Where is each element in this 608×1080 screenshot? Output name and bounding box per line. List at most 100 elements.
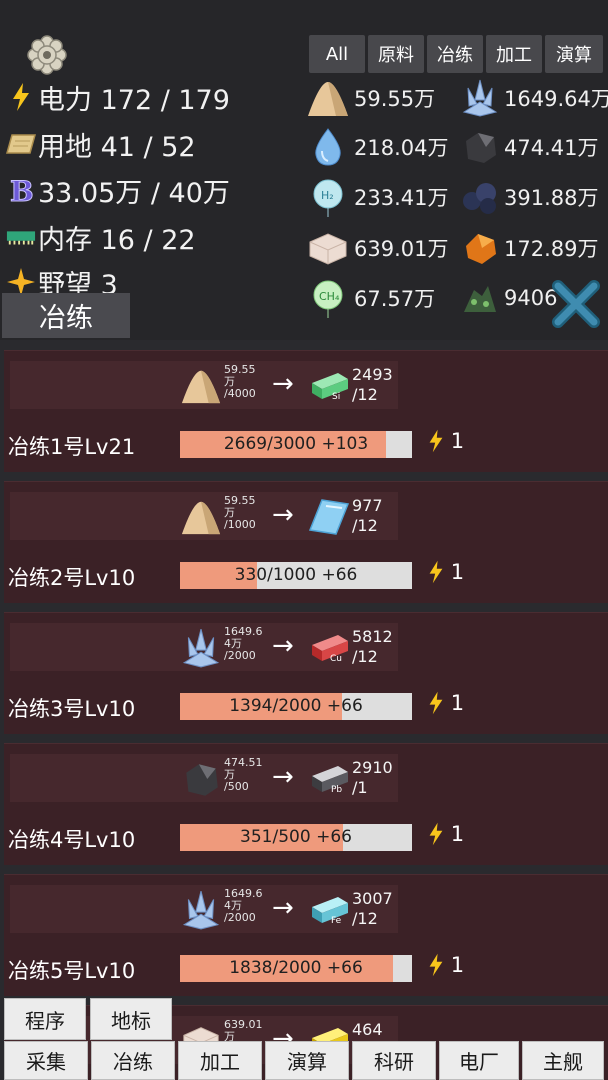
resource-item[interactable]: 172.89万 [460,226,598,270]
smelter-name: 冶练5号Lv10 [8,959,136,983]
sand-icon [181,501,221,535]
lightning-icon [429,953,443,977]
lead-ingot-icon: Pb [312,766,348,795]
arrow-icon: → [272,762,294,792]
memory-stat: 内存 16 / 22 [6,217,196,257]
arrow-icon: → [272,631,294,661]
smelter-name: 冶练4号Lv10 [8,828,136,852]
filter-tab-smelt[interactable]: 冶练 [427,35,483,73]
resource-item[interactable]: 59.55万 [306,76,435,120]
nav-tab-gather[interactable]: 采集 [4,1041,88,1080]
smelter-card: 1649.6 4万/2000 → Fe 3007/12 冶练5号Lv10 1838… [4,874,608,996]
smelter-card: 1649.6 4万/2000 → Cu 5812/12 冶练3号Lv10 1394… [4,612,608,734]
settings-gear-icon[interactable] [26,34,68,76]
input-amount: 59.55 万/1000 [224,494,256,531]
memory-icon [6,222,36,252]
nav-tab-mothership[interactable]: 主舰 [522,1041,604,1080]
nav-tab-compute[interactable]: 演算 [265,1041,349,1080]
nav-tab-smelt[interactable]: 冶练 [91,1041,175,1080]
power-usage: 1 [428,429,464,453]
power-usage: 1 [428,560,464,584]
methane-balloon-icon: CH₄ [313,280,343,318]
progress-bar: 351/500 +66 [180,824,412,851]
nav-tab-process[interactable]: 加工 [178,1041,262,1080]
svg-text:Si: Si [332,392,340,402]
svg-text:B: B [10,175,34,205]
landmark-button[interactable]: 地标 [90,998,172,1040]
recipe-row[interactable]: 1649.6 4万/2000 → Fe 3007/12 [10,885,398,933]
iron-ingot-icon: Fe [312,897,348,926]
output-amount: 2493/12 [352,365,393,404]
close-icon[interactable] [552,280,600,328]
resource-item[interactable]: 639.01万 [306,226,448,270]
svg-text:H₂: H₂ [321,189,334,202]
input-amount: 59.55 万/4000 [224,363,256,400]
recipe-row[interactable]: 59.55 万/4000 → Si 2493/12 [10,361,398,409]
coal-ore-icon [186,764,218,796]
svg-text:CH₄: CH₄ [319,290,340,303]
arrow-icon: → [272,369,294,399]
lightning-icon [429,691,443,715]
resource-item[interactable]: 1649.64万 [460,76,608,120]
amber-gem-icon [466,234,496,264]
resource-item[interactable]: 391.88万 [460,175,598,219]
power-usage: 1 [428,822,464,846]
filter-tab-raw[interactable]: 原料 [368,35,424,73]
lightning-icon [6,82,36,112]
smelter-card: 474.51 万/500 → Pb 2910/1 冶练4号Lv10 351/500… [4,743,608,865]
lightning-icon [429,560,443,584]
svg-text:Pb: Pb [331,785,342,795]
progress-bar: 1394/2000 +66 [180,693,412,720]
glass-plate-icon [308,499,350,535]
top-panel: 电力 172 / 179 用地 41 / 52 B 33.05万 / 40万 内… [0,0,608,340]
mode-tab-smelt[interactable]: 冶练 [2,293,130,338]
input-amount: 639.01 万 [224,1018,263,1043]
power-stat: 电力 172 / 179 [6,77,230,117]
program-button[interactable]: 程序 [4,998,86,1040]
coal-ore-icon [466,133,496,163]
sand-icon [308,82,348,116]
lightning-icon [429,429,443,453]
money-stat: B 33.05万 / 40万 [6,170,230,210]
input-amount: 1649.6 4万/2000 [224,625,263,662]
progress-bar: 2669/3000 +103 [180,431,412,458]
nav-tab-research[interactable]: 科研 [352,1041,436,1080]
filter-tab-all[interactable]: All [309,35,365,73]
recipe-row[interactable]: 59.55 万/1000 → 977/12 [10,492,398,540]
resource-item[interactable]: 9406 [460,276,557,320]
crystal-icon [182,628,220,668]
nav-tab-power-plant[interactable]: 电厂 [439,1041,519,1080]
water-drop-icon [315,128,341,166]
salt-block-icon [309,233,347,265]
lightning-icon [429,822,443,846]
recipe-row[interactable]: 474.51 万/500 → Pb 2910/1 [10,754,398,802]
land-stat: 用地 41 / 52 [6,124,196,164]
output-amount: 3007/12 [352,889,393,928]
filter-tab-compute[interactable]: 演算 [545,35,603,73]
input-amount: 1649.6 4万/2000 [224,887,263,924]
resource-item[interactable]: CH₄ 67.57万 [306,276,435,320]
power-usage: 1 [428,953,464,977]
copper-ingot-icon: Cu [312,635,348,664]
input-amount: 474.51 万/500 [224,756,263,793]
b-coin-icon: B [6,175,36,205]
green-ore-icon [464,286,496,312]
recipe-row[interactable]: 1649.6 4万/2000 → Cu 5812/12 [10,623,398,671]
land-icon [6,129,36,159]
resource-item[interactable]: 474.41万 [460,125,598,169]
output-amount: 2910/1 [352,758,393,797]
resource-item[interactable]: 218.04万 [306,125,448,169]
dark-ore-icon [463,183,496,214]
arrow-icon: → [272,500,294,530]
smelter-list[interactable]: 59.55 万/4000 → Si 2493/12 冶练1号Lv21 2669/3… [0,340,608,1080]
filter-tab-process[interactable]: 加工 [486,35,542,73]
smelter-card: 59.55 万/1000 → 977/12 冶练2号Lv10 330/1000 +… [4,481,608,603]
hydrogen-balloon-icon: H₂ [313,179,343,217]
progress-bar: 1838/2000 +66 [180,955,412,982]
smelter-name: 冶练3号Lv10 [8,697,136,721]
smelter-card: 59.55 万/4000 → Si 2493/12 冶练1号Lv21 2669/3… [4,350,608,472]
power-usage: 1 [428,691,464,715]
svg-text:Fe: Fe [331,916,342,926]
silicon-ingot-icon: Si [312,373,348,402]
resource-item[interactable]: H₂ 233.41万 [306,175,448,219]
